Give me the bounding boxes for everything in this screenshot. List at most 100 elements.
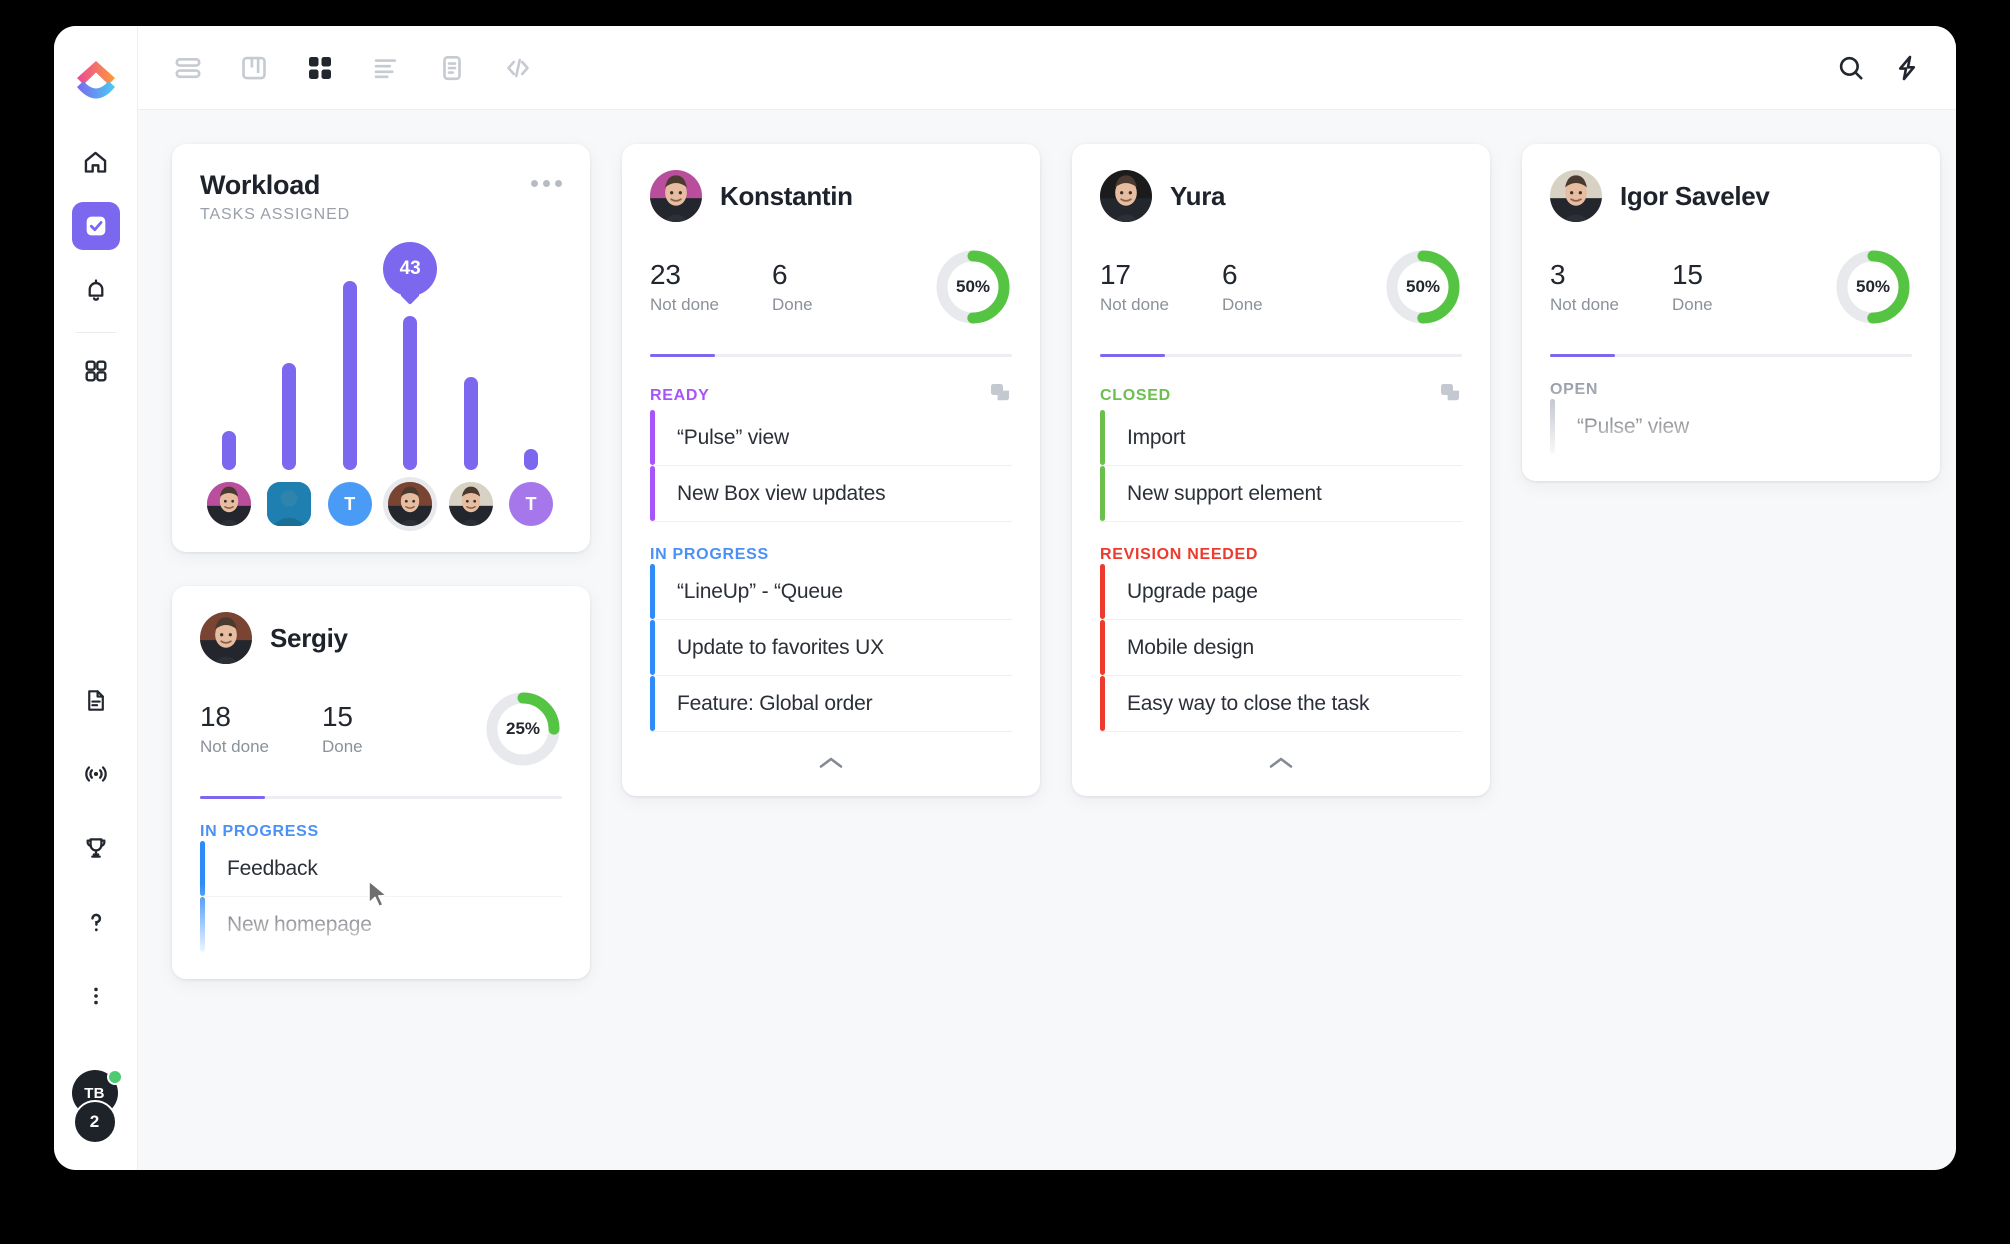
view-tabs xyxy=(166,46,540,90)
board-column-3: Yura 17 Not done 6 Done 50% CLOSED Import New su… xyxy=(1072,144,1522,830)
stat-not-done: 3 Not done xyxy=(1550,259,1672,315)
section-title: IN PROGRESS xyxy=(200,823,319,840)
done-count: 15 xyxy=(322,701,353,732)
done-count: 15 xyxy=(1672,259,1703,290)
not-done-label: Not done xyxy=(1100,295,1169,314)
task-row[interactable]: New Box view updates xyxy=(650,466,1012,522)
sidebar-item-dashboards[interactable] xyxy=(72,347,120,395)
avatar-igor-savelev[interactable] xyxy=(1550,170,1602,222)
lightning-icon[interactable] xyxy=(1892,53,1922,83)
section-header: IN PROGRESS xyxy=(200,823,562,841)
workload-subtitle: TASKS ASSIGNED xyxy=(200,206,351,223)
app-window: TB 2 Workload TASKS ASSIGNED 43 T T Serg… xyxy=(54,26,1956,1170)
done-label: Done xyxy=(772,295,813,314)
task-row[interactable]: “LineUp” - “Queue xyxy=(650,564,1012,620)
member-header: Igor Savelev xyxy=(1550,170,1912,222)
sidebar-item-help[interactable] xyxy=(72,898,120,946)
workload-more-button[interactable] xyxy=(531,170,562,187)
duplicate-icon[interactable] xyxy=(1438,381,1462,410)
workload-value-bubble: 43 xyxy=(383,242,438,296)
sidebar-user-area[interactable]: TB 2 xyxy=(71,1069,123,1144)
workload-bar-3[interactable]: 43 xyxy=(383,242,438,470)
task-row[interactable]: Import xyxy=(1100,410,1462,466)
avatar-konstantin[interactable] xyxy=(207,482,251,526)
workload-bar-1[interactable] xyxy=(264,363,314,470)
section-title: CLOSED xyxy=(1100,386,1171,404)
avatar-igor[interactable] xyxy=(448,482,493,526)
list-view-icon[interactable] xyxy=(166,46,210,90)
not-done-count: 17 xyxy=(1100,259,1131,290)
member-name: Sergiy xyxy=(270,622,348,653)
task-row[interactable]: New homepage xyxy=(200,897,562,953)
task-title: Easy way to close the task xyxy=(1127,691,1370,715)
completion-percent: 50% xyxy=(955,277,991,296)
member-card-sergiy: Sergiy 18 Not done 15 Done 25% IN PROGRESS Feed… xyxy=(172,586,590,979)
notification-count-badge[interactable]: 2 xyxy=(72,1100,117,1144)
done-label: Done xyxy=(322,737,363,756)
sidebar-divider xyxy=(75,332,116,333)
task-title: New support element xyxy=(1127,481,1322,505)
search-icon[interactable] xyxy=(1836,53,1866,83)
workload-avatar-axis: TT xyxy=(200,482,562,552)
member-progress-bar xyxy=(1100,354,1462,357)
stat-done: 15 Done xyxy=(322,701,444,757)
collapse-card-button[interactable] xyxy=(1100,732,1462,796)
collapse-card-button[interactable] xyxy=(650,732,1012,796)
stat-done: 6 Done xyxy=(772,259,894,315)
board-view-icon[interactable] xyxy=(232,46,276,90)
task-row[interactable]: Upgrade page xyxy=(1100,564,1462,620)
workload-card: Workload TASKS ASSIGNED 43 TT xyxy=(172,144,590,552)
status-section-open: OPEN “Pulse” view xyxy=(1550,381,1912,455)
section-header: REVISION NEEDED xyxy=(1100,546,1462,564)
task-row[interactable]: “Pulse” view xyxy=(650,410,1012,466)
bar xyxy=(403,316,418,470)
task-title: New Box view updates xyxy=(677,481,886,505)
workload-bar-0[interactable] xyxy=(204,431,254,470)
task-title: Import xyxy=(1127,425,1186,449)
avatar-konstantin[interactable] xyxy=(650,170,702,222)
sidebar-item-tasks[interactable] xyxy=(71,202,120,250)
task-row[interactable]: Mobile design xyxy=(1100,620,1462,676)
sidebar-item-goals[interactable] xyxy=(72,824,120,872)
workload-bar-4[interactable] xyxy=(446,377,496,470)
avatar-member-2[interactable] xyxy=(267,482,312,526)
sidebar-item-pulse[interactable] xyxy=(72,750,120,798)
clickup-logo-icon[interactable] xyxy=(74,58,118,104)
task-row[interactable]: New support element xyxy=(1100,466,1462,522)
doc-view-icon[interactable] xyxy=(430,46,474,90)
avatar-sergiy[interactable] xyxy=(388,482,433,526)
avatar-initial-t-blue[interactable]: T xyxy=(327,482,372,526)
activity-view-icon[interactable] xyxy=(364,46,408,90)
embed-view-icon[interactable] xyxy=(496,46,540,90)
status-section-ready: READY “Pulse” view New Box view updates xyxy=(650,381,1012,522)
member-progress-bar xyxy=(1550,354,1912,357)
task-row[interactable]: Feedback xyxy=(200,841,562,897)
status-section-in-progress: IN PROGRESS “LineUp” - “Queue Update to fa… xyxy=(650,546,1012,732)
avatar-initial-t-purple[interactable]: T xyxy=(508,482,553,526)
page-title: Workload xyxy=(200,170,321,200)
sidebar-item-notifications[interactable] xyxy=(72,266,120,314)
avatar-initials: TB xyxy=(84,1084,105,1102)
workload-bar-2[interactable] xyxy=(325,281,375,470)
sidebar-item-home[interactable] xyxy=(72,138,120,186)
sidebar-item-docs[interactable] xyxy=(72,676,120,724)
avatar-yura[interactable] xyxy=(1100,170,1152,222)
not-done-label: Not done xyxy=(200,737,269,756)
avatar-sergiy[interactable] xyxy=(200,612,252,664)
board-column-1: Workload TASKS ASSIGNED 43 TT Sergiy 18 No… xyxy=(172,144,622,1013)
section-header: READY xyxy=(650,381,1012,410)
task-title: “Pulse” view xyxy=(677,425,789,449)
task-row[interactable]: Feature: Global order xyxy=(650,676,1012,732)
completion-percent: 50% xyxy=(1855,277,1891,296)
box-view-icon[interactable] xyxy=(298,46,342,90)
sidebar-item-more[interactable] xyxy=(72,972,120,1020)
not-done-count: 18 xyxy=(200,701,231,732)
stat-not-done: 18 Not done xyxy=(200,701,322,757)
task-row[interactable]: Update to favorites UX xyxy=(650,620,1012,676)
task-row[interactable]: Easy way to close the task xyxy=(1100,676,1462,732)
task-title: Feature: Global order xyxy=(677,691,873,715)
task-row[interactable]: “Pulse” view xyxy=(1550,399,1912,455)
workload-bar-5[interactable] xyxy=(506,449,556,470)
duplicate-icon[interactable] xyxy=(988,381,1012,410)
stat-done: 15 Done xyxy=(1672,259,1794,315)
